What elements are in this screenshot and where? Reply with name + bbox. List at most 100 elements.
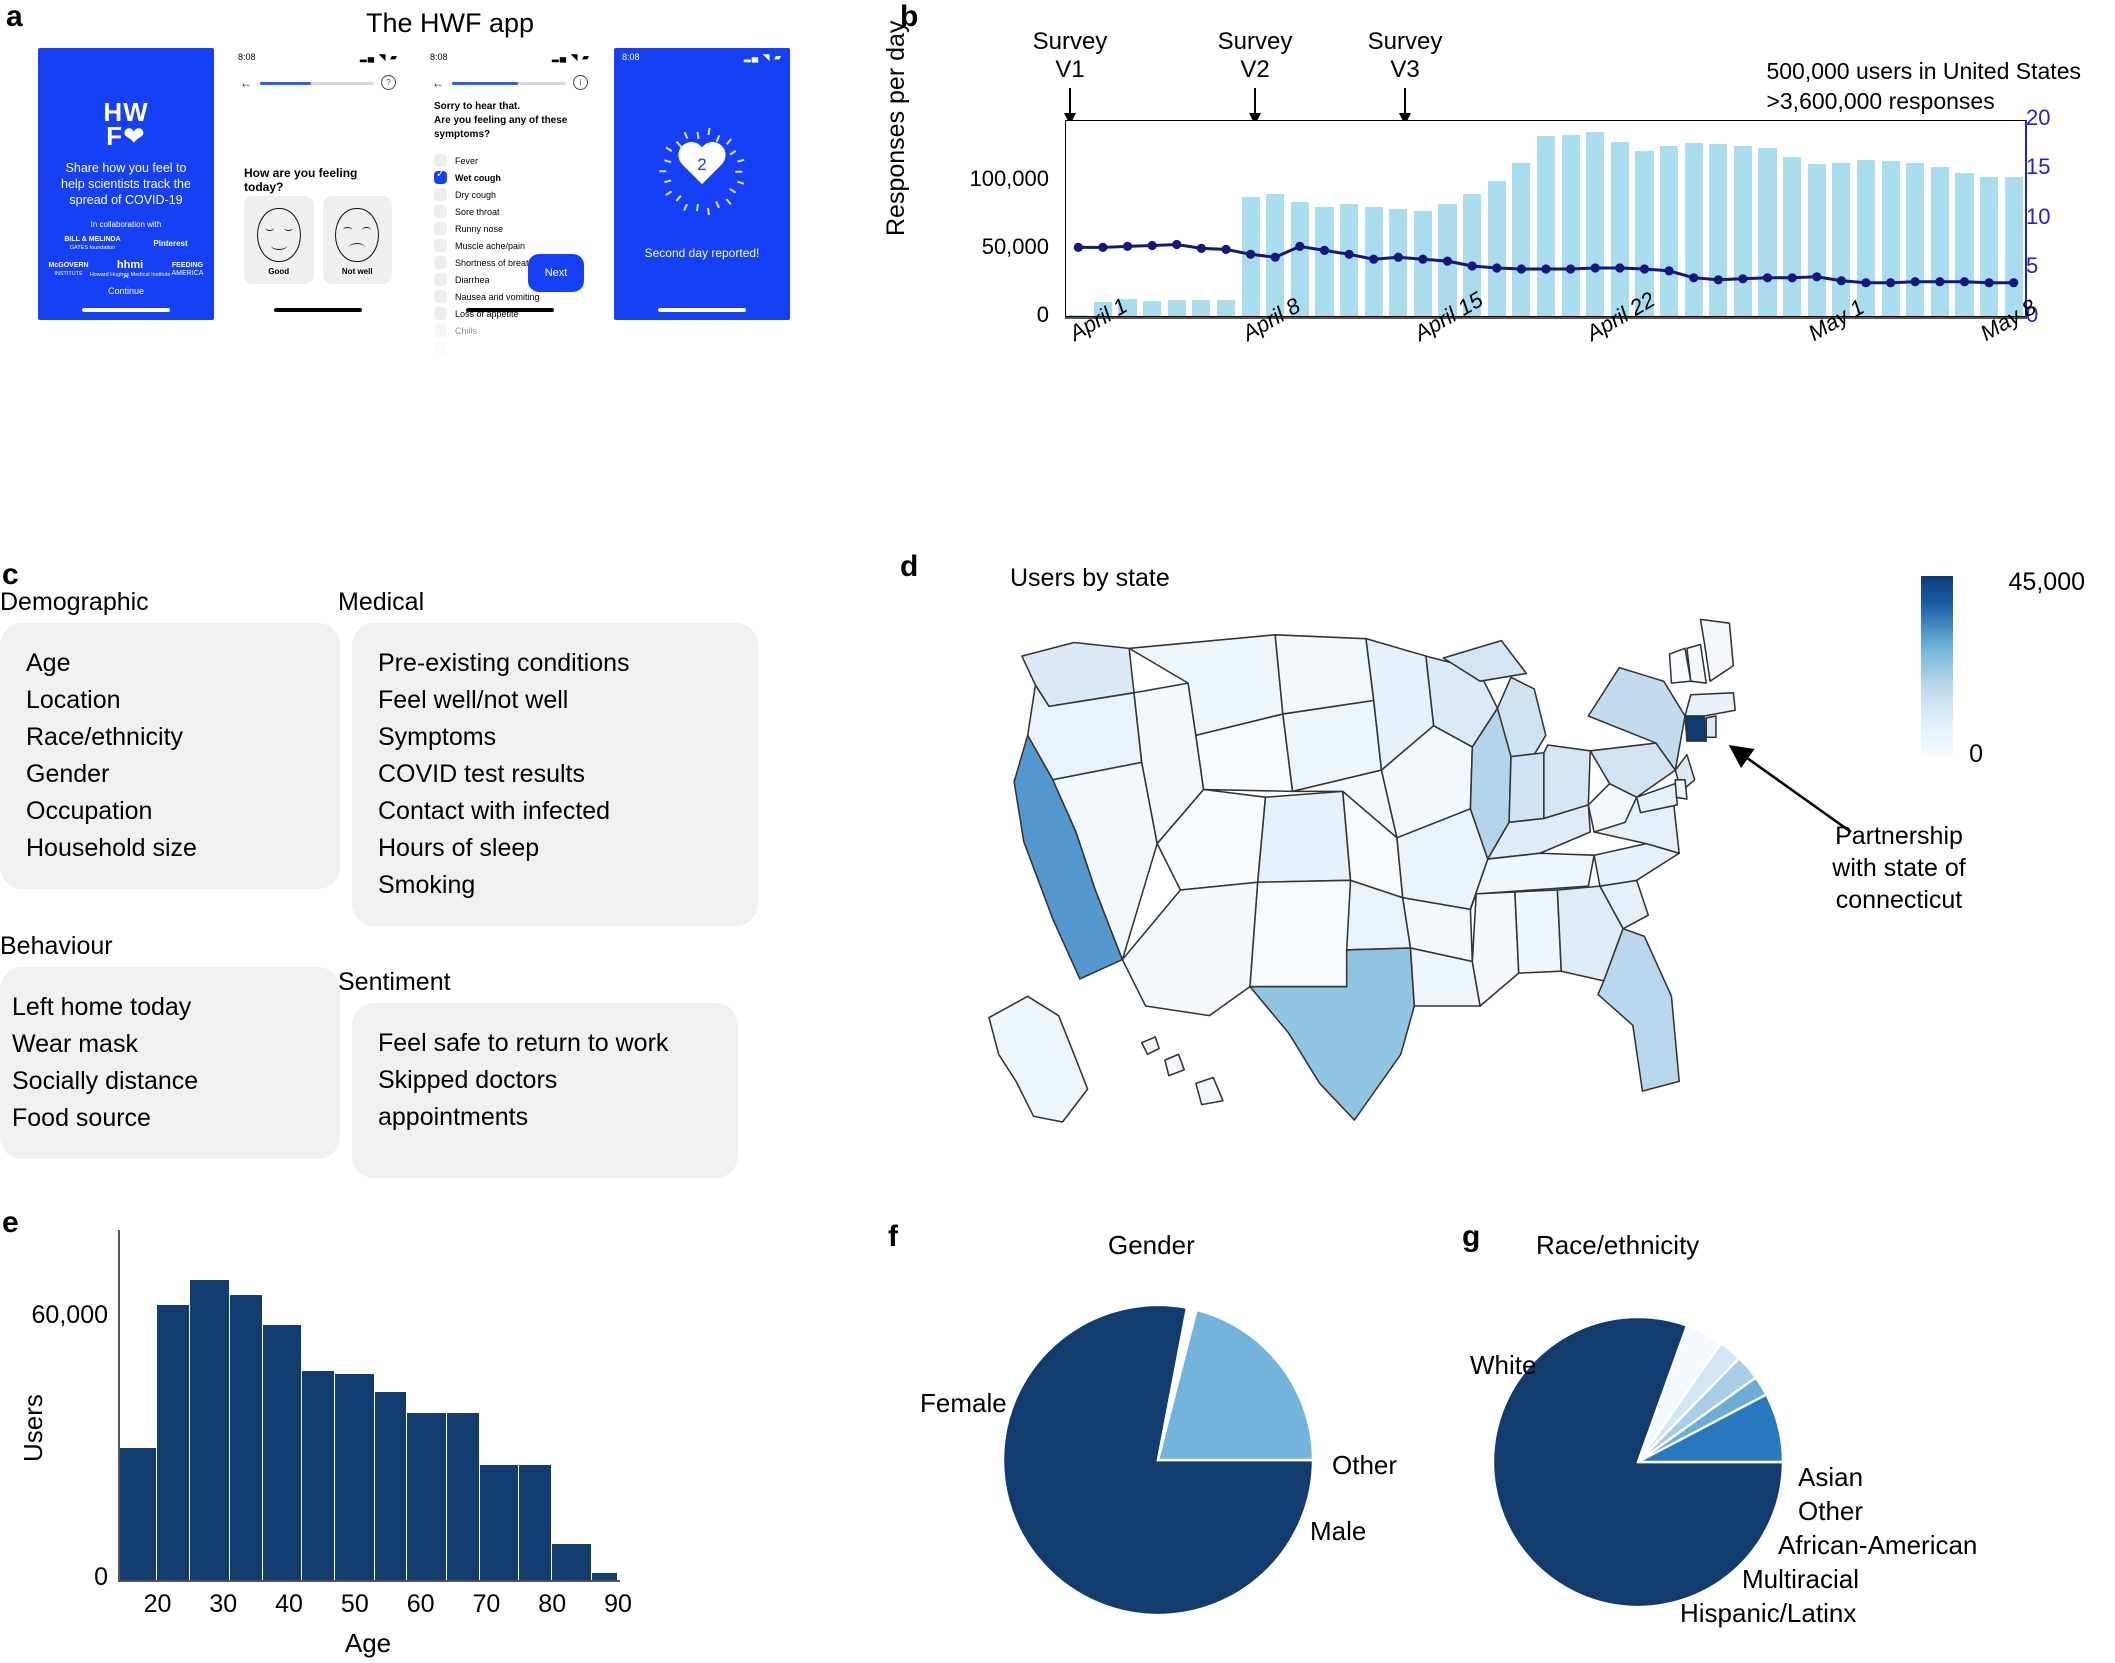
checkbox-dry-cough[interactable] — [434, 188, 447, 201]
symptom-row[interactable]: Dry cough — [434, 186, 586, 203]
e-xtick: 70 — [472, 1590, 501, 1618]
info-icon[interactable]: i — [573, 75, 588, 90]
home-indicator — [274, 308, 362, 312]
e-bar — [302, 1370, 336, 1580]
checkbox-nausea[interactable] — [434, 290, 447, 303]
feeling-question: How are you feeling today? — [244, 166, 358, 194]
e-y-axis-label: Users — [18, 1394, 48, 1462]
item: Race/ethnicity — [26, 723, 184, 751]
hwf-logo: HW F❤ — [103, 97, 149, 151]
f-label-female: Female — [920, 1388, 1007, 1418]
panel-b-responses-chart: b Survey V1 Survey V2 Survey V3 500,000 use… — [882, 0, 2115, 500]
status-bar: 8:08 ▂▄ ◥ ▰ — [430, 52, 590, 64]
checkbox-fever[interactable] — [434, 154, 447, 167]
e-bar — [157, 1305, 191, 1580]
symptom-row[interactable]: Chills — [434, 322, 586, 339]
state-co — [1256, 790, 1352, 884]
group-heading: Behaviour — [0, 932, 113, 960]
app-screen-symptoms: 8:08 ▂▄ ◥ ▰ ← i Sorry to hear that. Are … — [422, 48, 598, 354]
app-screen-onboarding: HW F❤ Share how you feel to help scienti… — [38, 48, 214, 320]
category-group-demographic: Demographic Age Location Race/ethnicity … — [0, 588, 340, 889]
category-group-medical: Medical Pre-existing conditions Feel wel… — [338, 588, 758, 926]
b-right-axis — [2025, 120, 2027, 318]
e-bar — [229, 1294, 263, 1580]
e-xtick: 50 — [340, 1590, 369, 1618]
item: appointments — [378, 1103, 529, 1131]
back-arrow-icon[interactable]: ← — [432, 76, 444, 90]
group-heading: Demographic — [0, 588, 149, 616]
home-indicator — [658, 308, 746, 312]
item: Socially distance — [12, 1067, 199, 1095]
status-bar: 8:08 ▂▄ ◥ ▰ — [238, 52, 398, 64]
checkbox-more[interactable] — [434, 341, 447, 354]
continue-button[interactable]: ⌃ Continue — [38, 274, 214, 296]
checkbox-shortness-of-breath[interactable] — [434, 256, 447, 269]
status-icons: ▂▄ ◥ ▰ — [743, 52, 782, 62]
group-box: Pre-existing conditions Feel well/not we… — [352, 623, 758, 926]
e-bar — [479, 1465, 520, 1580]
b-right-ytick-15: 15 — [2026, 154, 2051, 180]
g-label-african-american: African-American — [1778, 1530, 1978, 1560]
us-choropleth-map — [960, 600, 1830, 1180]
state-ct — [1684, 715, 1708, 742]
gender-pie-chart — [1001, 1303, 1315, 1617]
help-icon[interactable]: ? — [381, 75, 396, 90]
checkbox-muscle-ache[interactable] — [434, 239, 447, 252]
e-xtick: 40 — [275, 1590, 303, 1618]
e-bar — [591, 1573, 618, 1580]
map-title: Users by state — [1010, 564, 1170, 592]
item: Smoking — [378, 871, 476, 899]
checkbox-diarrhea[interactable] — [434, 273, 447, 286]
f-label-other: Other — [1332, 1450, 1398, 1480]
nav-row: ← i — [432, 75, 588, 90]
e-y-axis — [118, 1230, 120, 1580]
mood-option-not-well[interactable]: Not well — [322, 196, 392, 284]
symptom-row[interactable]: Runny nose — [434, 220, 586, 237]
symptom-row[interactable]: Fever — [434, 152, 586, 169]
checkbox-loss-of-appetite[interactable] — [434, 307, 447, 320]
app-screen-confirmation: 8:08 ▂▄ ◥ ▰ 2 Second day reported! — [614, 48, 790, 320]
mood-label-not-well: Not well — [341, 267, 373, 276]
item: Age — [26, 649, 71, 677]
chevron-up-icon: ⌃ — [120, 273, 132, 287]
status-icons: ▂▄ ◥ ▰ — [551, 52, 590, 62]
symptom-row[interactable]: Sore throat — [434, 203, 586, 220]
survey-v1-annotation: Survey V1 — [1010, 28, 1130, 125]
group-box: Age Location Race/ethnicity Gender Occup… — [0, 623, 340, 889]
panel-a-title: The HWF app — [365, 8, 535, 38]
item: Feel safe to return to work — [378, 1029, 669, 1057]
back-arrow-icon[interactable]: ← — [240, 76, 252, 90]
b-line-series — [1073, 239, 2019, 288]
app-tagline: Share how you feel to help scientists tr… — [61, 161, 191, 207]
b-right-ytick-20: 20 — [2026, 105, 2051, 130]
item: Wear mask — [12, 1030, 138, 1058]
g-label-asian: Asian — [1798, 1462, 1864, 1492]
state-ri — [1705, 715, 1717, 739]
checkbox-runny-nose[interactable] — [434, 222, 447, 235]
colorbar-max-label: 45,000 — [2008, 568, 2085, 596]
nav-row: ← ? — [240, 75, 396, 90]
mood-option-good[interactable]: Good — [244, 196, 314, 284]
checkbox-chills[interactable] — [434, 324, 447, 337]
symptom-row[interactable]: Muscle ache/pain — [434, 237, 586, 254]
state-hi2 — [1164, 1053, 1186, 1077]
collaboration-label: In collaboration with — [90, 220, 162, 229]
next-button[interactable]: Next — [528, 254, 584, 292]
item: COVID test results — [378, 760, 585, 788]
state-az — [1121, 881, 1259, 1017]
colorbar-min-label: 0 — [1969, 740, 1983, 768]
category-group-behaviour: Behaviour Left home today Wear mask Soci… — [0, 932, 340, 1159]
down-arrow-icon — [1399, 88, 1411, 125]
item: Contact with infected — [378, 797, 611, 825]
category-group-sentiment: Sentiment Feel safe to return to work Sk… — [338, 968, 738, 1178]
item: Household size — [26, 834, 197, 862]
checkbox-wet-cough[interactable] — [434, 169, 447, 184]
day-count: 2 — [697, 155, 707, 174]
item: Skipped doctors — [378, 1066, 558, 1094]
happy-face-icon — [256, 208, 301, 262]
e-xtick: 20 — [143, 1590, 172, 1618]
symptom-row[interactable]: Wet cough — [434, 169, 586, 186]
symptom-row[interactable] — [434, 339, 586, 356]
checkbox-sore-throat[interactable] — [434, 205, 447, 218]
item: Symptoms — [378, 723, 497, 751]
